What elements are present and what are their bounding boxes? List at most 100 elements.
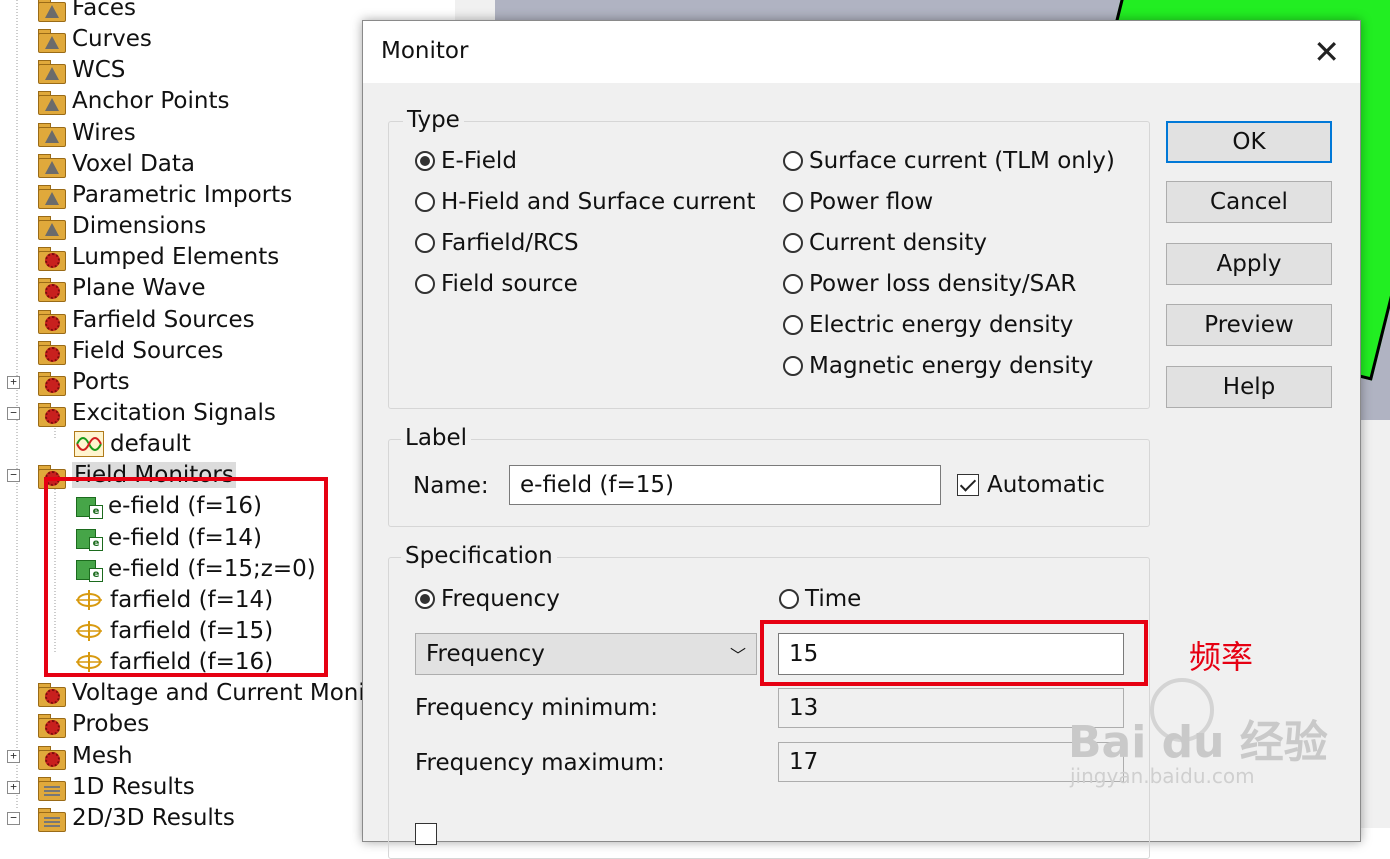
tree-item[interactable]: Field Sources — [36, 336, 223, 366]
folder-triangle-icon — [36, 26, 66, 53]
name-input[interactable]: e-field (f=15) — [509, 465, 941, 505]
tree-item[interactable]: + Ports — [7, 367, 130, 397]
dialog-titlebar: Monitor ✕ — [363, 21, 1360, 83]
expand-toggle-icon[interactable]: − — [7, 469, 20, 482]
tree-item-label: Faces — [72, 0, 136, 21]
radio-circle[interactable] — [783, 233, 803, 253]
tree-item[interactable]: − 2D/3D Results — [7, 803, 235, 833]
automatic-label: Automatic — [987, 472, 1105, 498]
type-radio-label: Field source — [441, 271, 578, 297]
folder-triangle-icon — [36, 213, 66, 240]
radio-circle[interactable] — [783, 151, 803, 171]
tree-item[interactable]: default — [74, 429, 191, 459]
expand-toggle-icon[interactable]: + — [7, 781, 20, 794]
expand-toggle-icon[interactable]: + — [7, 376, 20, 389]
type-radio-label: E-Field — [441, 148, 517, 174]
radio-circle[interactable] — [415, 233, 435, 253]
help-button[interactable]: Help — [1166, 366, 1332, 408]
type-radio-label: Current density — [809, 230, 988, 256]
folder-triangle-icon — [36, 151, 66, 178]
frequency-maximum-label: Frequency maximum: — [415, 750, 665, 776]
folder-triangle-icon — [36, 57, 66, 84]
field-monitors-highlight-box — [44, 477, 328, 677]
tree-item-label: Parametric Imports — [72, 182, 293, 208]
tree-item[interactable]: Dimensions — [36, 211, 206, 241]
tree-item[interactable]: Voxel Data — [36, 149, 195, 179]
folder-triangle-icon — [36, 88, 66, 115]
tree-item-label: WCS — [72, 57, 126, 83]
radio-circle[interactable] — [783, 315, 803, 335]
frequency-radio[interactable]: Frequency — [415, 586, 560, 612]
folder-triangle-icon — [36, 0, 66, 22]
frequency-highlight-box — [760, 620, 1148, 686]
tree-item[interactable]: Voltage and Current Monit — [36, 678, 374, 708]
type-radio-option[interactable]: Power flow — [783, 189, 933, 215]
apply-button[interactable]: Apply — [1166, 243, 1332, 285]
expand-toggle-icon[interactable]: − — [7, 812, 20, 825]
tree-item-label: 1D Results — [72, 774, 195, 800]
radio-circle[interactable] — [415, 192, 435, 212]
automatic-checkbox-box[interactable] — [957, 474, 979, 496]
tree-item[interactable]: Lumped Elements — [36, 242, 279, 272]
tree-item-label: Dimensions — [72, 213, 207, 239]
type-radio-option[interactable]: H-Field and Surface current — [415, 189, 755, 215]
radio-circle[interactable] — [783, 274, 803, 294]
tree-item[interactable]: Curves — [36, 24, 152, 54]
type-radio-label: H-Field and Surface current — [441, 189, 756, 215]
preview-button[interactable]: Preview — [1166, 304, 1332, 346]
tree-item[interactable]: Anchor Points — [36, 86, 229, 116]
expand-toggle-icon[interactable]: + — [7, 750, 20, 763]
type-radio-option[interactable]: Power loss density/SAR — [783, 271, 1076, 297]
tree-item[interactable]: Faces — [36, 0, 136, 23]
automatic-checkbox[interactable]: Automatic — [957, 472, 1105, 498]
tree-item[interactable]: + Mesh — [7, 741, 133, 771]
tree-item-label: Mesh — [72, 743, 133, 769]
time-radio-label: Time — [805, 586, 862, 612]
ok-button[interactable]: OK — [1166, 121, 1332, 163]
time-radio[interactable]: Time — [779, 586, 861, 612]
frequency-mode-select[interactable]: Frequency ﹀ — [415, 633, 757, 675]
tree-item[interactable]: Plane Wave — [36, 273, 206, 303]
radio-circle[interactable] — [415, 151, 435, 171]
time-radio-circle[interactable] — [779, 589, 799, 609]
type-radio-option[interactable]: Field source — [415, 271, 578, 297]
tree-item-label: Excitation Signals — [72, 400, 276, 426]
dialog-title: Monitor — [381, 38, 469, 64]
tree-item[interactable]: WCS — [36, 55, 125, 85]
folder-gear-icon — [36, 711, 66, 738]
type-radio-label: Power flow — [809, 189, 934, 215]
type-radio-option[interactable]: Magnetic energy density — [783, 353, 1093, 379]
tree-item[interactable]: Farfield Sources — [36, 305, 255, 335]
tree-item[interactable]: Parametric Imports — [36, 180, 292, 210]
tree-item[interactable]: − Excitation Signals — [7, 398, 276, 428]
frequency-radio-label: Frequency — [441, 586, 560, 612]
label-group-label: Label — [401, 425, 472, 451]
tree-item-label: 2D/3D Results — [72, 805, 235, 831]
tree-item-label: Probes — [72, 711, 150, 737]
type-radio-option[interactable]: Surface current (TLM only) — [783, 148, 1115, 174]
tree-item-label: Curves — [72, 26, 152, 52]
tree-item[interactable]: +1D Results — [7, 772, 195, 802]
tree-item[interactable]: Wires — [36, 118, 136, 148]
type-radio-option[interactable]: Farfield/RCS — [415, 230, 579, 256]
cancel-button[interactable]: Cancel — [1166, 181, 1332, 223]
radio-circle[interactable] — [783, 356, 803, 376]
spec-checkbox[interactable] — [415, 823, 437, 845]
frequency-annotation: 频率 — [1189, 638, 1254, 676]
type-radio-option[interactable]: Current density — [783, 230, 987, 256]
type-radio-option[interactable]: Electric energy density — [783, 312, 1073, 338]
folder-stack-icon — [36, 774, 66, 801]
radio-circle[interactable] — [783, 192, 803, 212]
tree-item[interactable]: Probes — [36, 709, 149, 739]
tree-item-label: Anchor Points — [72, 88, 230, 114]
expand-toggle-icon[interactable]: − — [7, 407, 20, 420]
frequency-radio-circle[interactable] — [415, 589, 435, 609]
type-radio-option[interactable]: E-Field — [415, 148, 517, 174]
close-icon[interactable]: ✕ — [1313, 33, 1340, 71]
folder-triangle-icon — [36, 120, 66, 147]
navigation-tree: Faces Curves WCS Anchor Points Wires Voxel Da… — [0, 0, 374, 832]
type-group-label: Type — [403, 107, 464, 133]
radio-circle[interactable] — [415, 274, 435, 294]
type-radio-label: Surface current (TLM only) — [809, 148, 1115, 174]
tree-item-label: Ports — [72, 369, 130, 395]
